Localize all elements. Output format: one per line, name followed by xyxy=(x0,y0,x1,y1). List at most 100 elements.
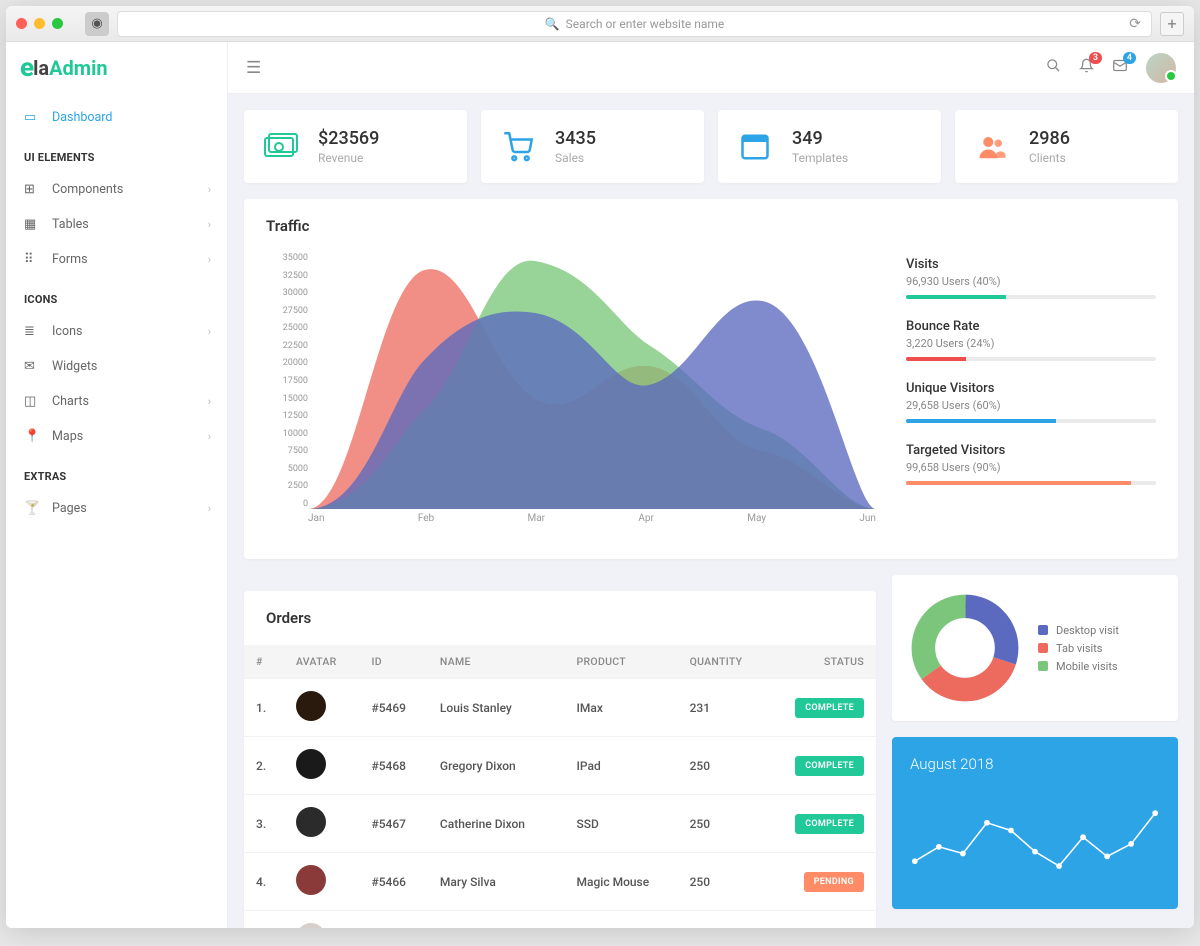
cart-icon xyxy=(501,130,535,164)
chevron-right-icon: › xyxy=(208,325,211,338)
sidebar-item-icons[interactable]: ≣Icons › xyxy=(6,314,227,349)
y-tick: 10000 xyxy=(283,429,308,439)
stat-label: Templates xyxy=(792,151,848,165)
brand-prefix: e xyxy=(20,53,33,83)
browser-titlebar: ◉ 🔍Search or enter website name ⟳ + xyxy=(6,6,1194,42)
address-bar[interactable]: 🔍Search or enter website name ⟳ xyxy=(117,11,1152,37)
row-product: Magic Mouse xyxy=(565,853,678,911)
brand-mid: la xyxy=(33,56,49,80)
chevron-right-icon: › xyxy=(208,253,211,266)
chart-icon: ◫ xyxy=(24,394,52,409)
sidebar-item-pages[interactable]: 🍸Pages› xyxy=(6,491,227,526)
y-tick: 27500 xyxy=(283,306,308,316)
sidebar-item-label: Components xyxy=(52,182,123,197)
chevron-right-icon: › xyxy=(208,430,211,443)
stat-card: 2986Clients xyxy=(955,110,1178,183)
table-row[interactable]: 1.#5469Louis StanleyIMax231COMPLETE xyxy=(244,679,876,737)
messages-button[interactable]: 4 xyxy=(1112,58,1128,77)
sidebar-item-widgets[interactable]: ✉Widgets xyxy=(6,349,227,384)
menu-toggle-icon[interactable]: ☰ xyxy=(246,58,261,78)
sidebar-nav: ▭DashboardUI ELEMENTS⊞Components›▦Tables… xyxy=(6,94,227,928)
metric: Bounce Rate3,220 Users (24%) xyxy=(906,319,1156,361)
sidebar-item-label: Forms xyxy=(52,252,88,267)
search-button[interactable] xyxy=(1046,58,1061,77)
y-tick: 12500 xyxy=(283,411,308,421)
icons-icon: ≣ xyxy=(24,324,52,339)
sidebar-item-forms[interactable]: ⠿Forms › xyxy=(6,242,227,277)
donut-legend: Desktop visitTab visitsMobile visits xyxy=(1038,619,1119,678)
orders-table: #AVATARIDNAMEPRODUCTQUANTITYSTATUS 1.#54… xyxy=(244,645,876,928)
row-id: #5467 xyxy=(359,795,427,853)
chevron-right-icon: › xyxy=(208,502,211,515)
stat-label: Sales xyxy=(555,151,596,165)
privacy-shield-icon[interactable]: ◉ xyxy=(85,12,109,36)
metric: Unique Visitors29,658 Users (60%) xyxy=(906,381,1156,423)
donut-card: Desktop visitTab visitsMobile visits xyxy=(892,575,1178,721)
y-tick: 15000 xyxy=(283,394,308,404)
sidebar-item-label: Charts xyxy=(52,394,89,409)
sidebar-item-dashboard[interactable]: ▭Dashboard xyxy=(6,100,227,135)
y-tick: 25000 xyxy=(283,323,308,333)
stat-card: 349 Templates xyxy=(718,110,941,183)
grid-icon: ⠿ xyxy=(24,252,52,267)
sidebar-item-label: Widgets xyxy=(52,359,97,374)
orders-card: Orders #AVATARIDNAMEPRODUCTQUANTITYSTATU… xyxy=(244,591,876,928)
window-close-icon[interactable] xyxy=(16,18,27,29)
stat-card: 3435 Sales xyxy=(481,110,704,183)
sidebar-item-label: Dashboard xyxy=(52,110,112,125)
metric-bar xyxy=(906,295,1156,299)
metric-title: Unique Visitors xyxy=(906,381,1156,396)
row-product: IPad xyxy=(565,737,678,795)
table-header: QUANTITY xyxy=(678,645,768,679)
sidebar-item-tables[interactable]: ▦Tables› xyxy=(6,207,227,242)
sidebar-item-charts[interactable]: ◫Charts › xyxy=(6,384,227,419)
table-header: PRODUCT xyxy=(565,645,678,679)
avatar xyxy=(296,807,326,837)
reload-icon[interactable]: ⟳ xyxy=(1129,16,1141,32)
chevron-right-icon: › xyxy=(208,395,211,408)
window-zoom-icon[interactable] xyxy=(52,18,63,29)
legend-item: Tab visits xyxy=(1038,642,1119,655)
notifications-button[interactable]: 3 xyxy=(1079,58,1094,77)
users-icon xyxy=(975,130,1009,164)
metric-value: 3,220 Users (24%) xyxy=(906,337,1156,350)
row-name: Johnny Stephens xyxy=(428,911,565,929)
sidebar-item-maps[interactable]: 📍Maps› xyxy=(6,419,227,454)
x-tick: Mar xyxy=(527,513,545,533)
map-icon: 📍 xyxy=(24,429,52,444)
brand-suffix: Admin xyxy=(49,56,108,80)
metric-bar xyxy=(906,357,1156,361)
orders-title: Orders xyxy=(244,591,876,645)
new-tab-button[interactable]: + xyxy=(1160,12,1184,36)
legend-swatch xyxy=(1038,661,1048,671)
x-tick: May xyxy=(747,513,766,533)
y-tick: 20000 xyxy=(283,358,308,368)
y-tick: 5000 xyxy=(288,464,308,474)
legend-label: Tab visits xyxy=(1056,642,1102,655)
table-header: ID xyxy=(359,645,427,679)
table-row[interactable]: 3.#5467Catherine DixonSSD250COMPLETE xyxy=(244,795,876,853)
sidebar-item-label: Icons xyxy=(52,324,82,339)
stat-label: Clients xyxy=(1029,151,1070,165)
avatar xyxy=(296,749,326,779)
window-minimize-icon[interactable] xyxy=(34,18,45,29)
row-product: Monitor xyxy=(565,911,678,929)
row-qty: 250 xyxy=(678,911,768,929)
stat-value: 3435 xyxy=(555,128,596,149)
sidebar-item-components[interactable]: ⊞Components› xyxy=(6,172,227,207)
y-tick: 17500 xyxy=(283,376,308,386)
stat-value: 349 xyxy=(792,128,848,149)
browser-icon xyxy=(738,130,772,164)
brand-logo[interactable]: elaAdmin xyxy=(6,42,227,94)
metric-bar xyxy=(906,481,1156,485)
topbar: ☰ 3 4 xyxy=(228,42,1194,94)
table-row[interactable]: 2.#5468Gregory DixonIPad250COMPLETE xyxy=(244,737,876,795)
table-row[interactable]: 4.#5466Mary SilvaMagic Mouse250PENDING xyxy=(244,853,876,911)
table-row[interactable]: 5.#5465Johnny StephensMonitor250COMPLETE xyxy=(244,911,876,929)
table-header: # xyxy=(244,645,284,679)
sidebar-item-label: Tables xyxy=(52,217,89,232)
user-avatar[interactable] xyxy=(1146,53,1176,83)
nav-group-header: UI ELEMENTS xyxy=(6,135,227,172)
traffic-metrics: Visits96,930 Users (40%)Bounce Rate3,220… xyxy=(906,253,1156,533)
y-tick: 30000 xyxy=(283,288,308,298)
